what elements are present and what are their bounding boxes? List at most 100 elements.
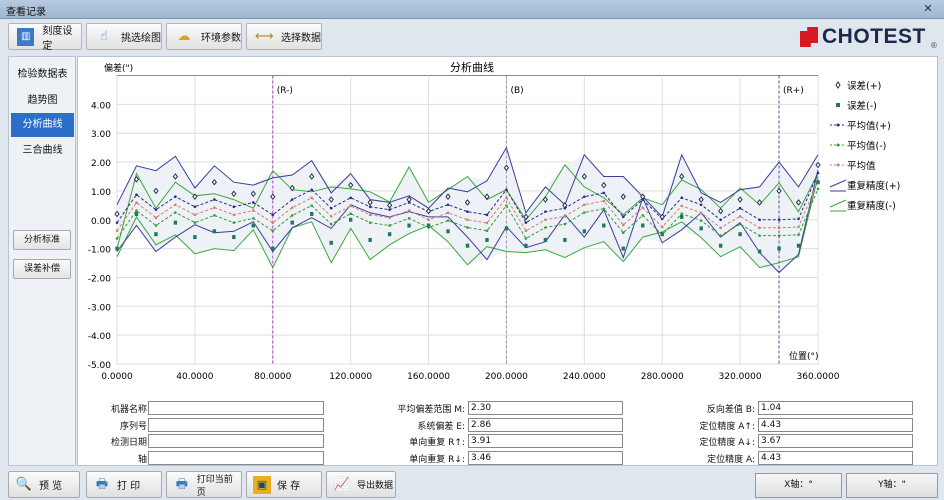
- error-minus-point: [699, 226, 703, 231]
- error-minus-point: [718, 243, 723, 248]
- field-value[interactable]: 4.43: [758, 417, 913, 432]
- legend-swatch-line: [829, 199, 847, 212]
- mean-point: [641, 206, 645, 209]
- legend-label: 误差(-): [847, 100, 877, 112]
- mean-point: [524, 237, 528, 240]
- mean-point: [252, 201, 255, 204]
- save-button[interactable]: ▣ 保 存: [246, 471, 322, 498]
- x-axis-unit-button[interactable]: X轴：°: [755, 473, 842, 498]
- error-minus-point: [329, 240, 333, 245]
- mean-point: [349, 212, 352, 215]
- field-value[interactable]: 3.67: [758, 434, 913, 448]
- error-minus-point: [134, 211, 139, 216]
- error-minus-point: [465, 243, 470, 248]
- mean-point: [193, 221, 197, 224]
- mean-point: [446, 203, 450, 207]
- field-label: 反向差值 B:: [706, 405, 755, 415]
- mean-point: [271, 213, 275, 217]
- error-minus-point: [777, 246, 781, 251]
- export-data-button[interactable]: 📈 导出数据: [326, 471, 396, 498]
- x-tick-label: 360.0000: [797, 372, 840, 382]
- mean-point: [524, 229, 528, 233]
- mean-point: [135, 201, 138, 205]
- mean-point: [213, 198, 216, 201]
- y-tick-label: 2.00: [91, 159, 111, 169]
- printer-icon: 🖶: [95, 476, 109, 492]
- error-minus-point: [679, 214, 684, 219]
- mean-point: [290, 198, 294, 201]
- printer-icon: 🖶: [175, 476, 188, 492]
- mean-point: [621, 215, 625, 219]
- y-axis-label: 偏差("): [104, 62, 133, 74]
- y-tick-label: 0.00: [91, 217, 111, 227]
- mean-point: [505, 204, 508, 207]
- mean-point: [797, 217, 800, 221]
- field-value[interactable]: 2.86: [468, 417, 623, 432]
- error-minus-point: [387, 232, 392, 237]
- error-minus-point: [232, 235, 236, 240]
- field-value[interactable]: [148, 401, 324, 415]
- legend-swatch-dot: [836, 143, 840, 147]
- field-value[interactable]: 1.04: [758, 401, 913, 415]
- mean-point: [427, 218, 430, 222]
- mean-point: [407, 217, 411, 220]
- mean-point: [758, 226, 761, 230]
- print-button[interactable]: 🖶 打 印: [86, 471, 162, 498]
- legend-label: 平均值(-): [847, 140, 886, 152]
- mean-point: [368, 205, 372, 209]
- print-current-page-button[interactable]: 🖶 打印当前页: [166, 471, 242, 498]
- mean-point: [232, 213, 236, 217]
- mean-point: [368, 221, 372, 224]
- mean-point: [135, 209, 138, 212]
- marker-label: (R+): [783, 86, 804, 96]
- mean-point: [563, 222, 567, 226]
- mean-point: [738, 222, 742, 226]
- error-minus-point: [563, 237, 567, 242]
- mean-point: [213, 206, 216, 209]
- x-tick-label: 320.0000: [719, 372, 762, 382]
- mean-point: [407, 209, 411, 212]
- field-label: 检测日期:: [110, 438, 150, 448]
- error-minus-point: [602, 223, 606, 228]
- chart-title: 分析曲线: [450, 60, 494, 74]
- mean-point: [174, 203, 177, 207]
- y-tick-label: -4.00: [88, 332, 112, 342]
- error-minus-point: [368, 237, 372, 242]
- mean-point: [602, 191, 606, 195]
- error-minus-point: [173, 220, 178, 225]
- error-minus-point: [407, 223, 411, 228]
- mean-point: [699, 219, 703, 222]
- field-value[interactable]: [148, 434, 324, 448]
- y-tick-label: -5.00: [88, 361, 112, 371]
- field-value[interactable]: [148, 417, 324, 432]
- error-minus-point: [641, 223, 645, 228]
- field-label: 单向重复 R↑:: [409, 438, 465, 448]
- error-minus-point: [621, 246, 625, 251]
- mean-point: [777, 218, 781, 222]
- marker-label: (B): [510, 86, 523, 96]
- x-tick-label: 160.0000: [407, 372, 450, 382]
- y-axis-unit-button[interactable]: Y轴：": [846, 473, 938, 498]
- field-label: 定位精度 A:: [707, 454, 755, 465]
- field-value[interactable]: 3.91: [468, 434, 623, 448]
- field-value[interactable]: 4.43: [758, 450, 913, 465]
- button-label: 导出数据: [357, 481, 394, 491]
- error-minus-point: [738, 232, 742, 237]
- y-tick-label: -2.00: [88, 274, 112, 284]
- mean-point: [290, 214, 294, 217]
- error-minus-point: [524, 243, 528, 248]
- mean-point: [349, 204, 352, 208]
- mean-point: [758, 218, 761, 222]
- legend-label: 平均值: [847, 160, 876, 172]
- x-axis-label: 位置(°): [789, 350, 819, 362]
- field-value[interactable]: 2.30: [468, 401, 623, 415]
- field-value[interactable]: 3.46: [468, 450, 623, 465]
- field-value[interactable]: [148, 450, 324, 465]
- mean-point: [446, 211, 450, 215]
- mean-point: [583, 211, 586, 214]
- mean-point: [174, 211, 177, 214]
- error-minus-point: [426, 223, 431, 228]
- mean-point: [329, 222, 333, 226]
- preview-button[interactable]: 🔍 预 览: [8, 471, 80, 498]
- mean-point: [154, 224, 158, 227]
